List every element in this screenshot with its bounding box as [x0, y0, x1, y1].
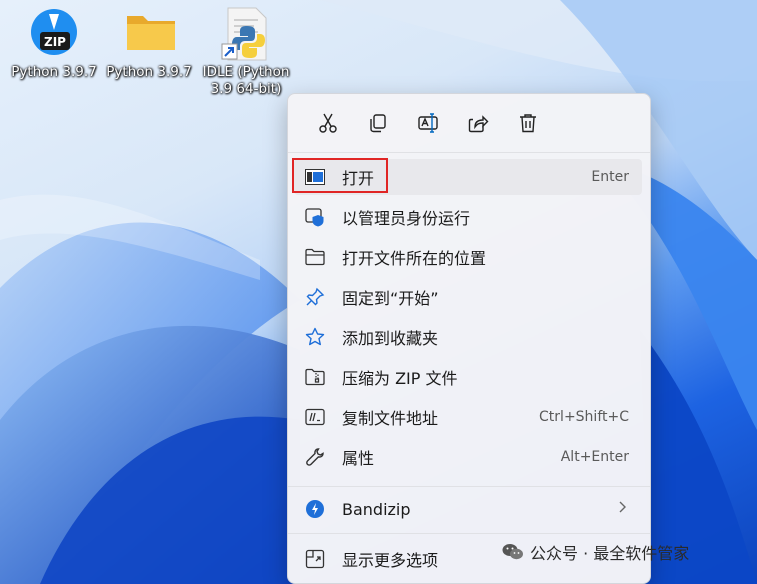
star-icon: [304, 326, 326, 348]
menu-item-run-as-admin[interactable]: 以管理员身份运行: [294, 199, 642, 235]
desktop-icon-label: Python 3.9.7: [106, 64, 192, 80]
open-window-icon: [304, 166, 326, 188]
watermark: 公众号 · 最全软件管家: [502, 540, 689, 564]
shield-icon: [304, 206, 326, 228]
menu-item-compress-zip[interactable]: 压缩为 ZIP 文件: [294, 359, 642, 395]
bandizip-icon: [304, 498, 326, 520]
menu-item-label: Bandizip: [342, 499, 411, 519]
chevron-right-icon: [618, 501, 626, 517]
folder-icon: [123, 6, 175, 58]
menu-item-open[interactable]: 打开 Enter: [294, 159, 642, 195]
menu-item-label: 固定到“开始”: [342, 289, 439, 308]
menu-divider: [288, 533, 650, 534]
bandizip-icon: ZIP: [28, 6, 80, 58]
menu-item-open-file-location[interactable]: 打开文件所在的位置: [294, 239, 642, 275]
menu-item-add-to-favorites[interactable]: 添加到收藏夹: [294, 319, 642, 355]
wrench-icon: [304, 446, 326, 468]
trash-icon: [520, 114, 536, 133]
desktop-icon-idle-shortcut[interactable]: IDLE (Python 3.9 64-bit): [198, 6, 294, 98]
menu-item-properties[interactable]: 属性 Alt+Enter: [294, 439, 642, 475]
desktop-icon-bandizip-python[interactable]: ZIP Python 3.9.7: [6, 6, 102, 81]
menu-item-label: 打开文件所在的位置: [342, 249, 487, 268]
menu-item-label: 属性: [342, 449, 375, 468]
python-shortcut-icon: [220, 6, 272, 61]
menu-item-label: 以管理员身份运行: [342, 209, 471, 228]
menu-item-bandizip[interactable]: Bandizip: [294, 491, 642, 527]
menu-item-shortcut: Enter: [591, 169, 629, 185]
menu-item-pin-to-start[interactable]: 固定到“开始”: [294, 279, 642, 315]
delete-button[interactable]: [503, 94, 553, 152]
desktop-icon-folder[interactable]: Python 3.9.7: [101, 6, 197, 81]
rename-button[interactable]: [403, 94, 453, 152]
zip-folder-icon: [304, 366, 326, 388]
share-button[interactable]: [453, 94, 503, 152]
menu-divider: [288, 152, 650, 153]
menu-item-shortcut: Alt+Enter: [560, 449, 629, 465]
menu-item-shortcut: Ctrl+Shift+C: [539, 409, 629, 425]
pin-icon: [304, 286, 326, 308]
watermark-text: 公众号 · 最全软件管家: [530, 544, 690, 563]
scissors-icon: [319, 113, 337, 133]
copy-icon: [370, 114, 386, 133]
more-options-icon: [304, 548, 326, 570]
zip-badge-text: ZIP: [44, 35, 66, 49]
desktop-icon-label: IDLE (Python 3.9 64-bit): [202, 64, 290, 97]
menu-item-copy-as-path[interactable]: 复制文件地址 Ctrl+Shift+C: [294, 399, 642, 435]
menu-item-label: 添加到收藏夹: [342, 329, 439, 348]
context-menu: 打开 Enter 以管理员身份运行 打开文件所在的位置 固定到“开始” 添加到收…: [287, 93, 651, 584]
wechat-icon: [502, 544, 523, 560]
menu-item-label: 压缩为 ZIP 文件: [342, 369, 458, 388]
copy-path-icon: [304, 406, 326, 428]
desktop-icon-label: Python 3.9.7: [11, 64, 97, 80]
menu-divider: [288, 486, 650, 487]
copy-button[interactable]: [353, 94, 403, 152]
share-icon: [468, 115, 489, 133]
folder-open-icon: [304, 246, 326, 268]
rename-icon: [418, 113, 438, 133]
menu-item-label: 打开: [342, 169, 375, 188]
menu-item-label: 复制文件地址: [342, 409, 439, 428]
quick-action-bar: [288, 94, 650, 152]
cut-button[interactable]: [303, 94, 353, 152]
